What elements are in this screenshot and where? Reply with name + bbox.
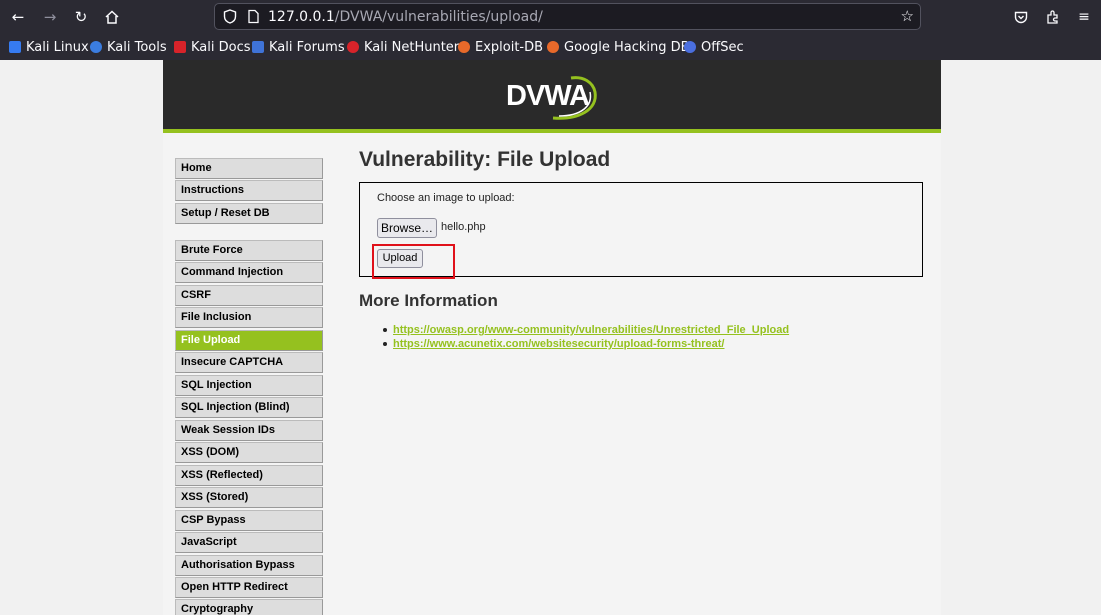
bookmark-label: Kali Linux: [26, 39, 89, 55]
kali-dragon-icon: [9, 41, 21, 53]
bookmark-google-hacking-db[interactable]: Google Hacking DB: [547, 38, 690, 56]
url-text[interactable]: 127.0.0.1/DVWA/vulnerabilities/upload/: [268, 9, 543, 25]
menu-item-insecure-captcha[interactable]: Insecure CAPTCHA: [175, 352, 323, 373]
bookmark-label: Google Hacking DB: [564, 39, 690, 55]
bookmark-label: Exploit-DB: [475, 39, 544, 55]
acunetix-link[interactable]: https://www.acunetix.com/websitesecurity…: [393, 338, 724, 350]
menu-item-javascript[interactable]: JavaScript: [175, 532, 323, 553]
kali-tools-icon: [90, 41, 102, 53]
bookmark-label: Kali NetHunter: [364, 39, 460, 55]
kali-forums-icon: [252, 41, 264, 53]
bookmark-kali-nethunter[interactable]: Kali NetHunter: [347, 38, 459, 56]
menu-item-sql-injection[interactable]: SQL Injection: [175, 375, 323, 396]
bookmarks-bar: Kali Linux Kali Tools Kali Docs Kali For…: [0, 34, 1101, 60]
shield-icon[interactable]: [223, 9, 237, 24]
menu-item-home[interactable]: Home: [175, 158, 323, 179]
list-item: https://www.acunetix.com/websitesecurity…: [383, 337, 923, 351]
bookmark-star-icon[interactable]: ☆: [901, 7, 914, 25]
dvwa-page: DVWA Home Instructions Setup / Reset DB …: [163, 60, 941, 615]
bookmark-offsec[interactable]: OffSec: [684, 38, 744, 56]
menu-item-xss-dom[interactable]: XSS (DOM): [175, 442, 323, 463]
dvwa-logo-text: DVWA: [506, 80, 590, 112]
menu-item-weak-session-ids[interactable]: Weak Session IDs: [175, 420, 323, 441]
page-info-icon[interactable]: [246, 9, 260, 24]
selected-filename: hello.php: [441, 221, 486, 233]
url-path: /DVWA/vulnerabilities/upload/: [334, 9, 543, 25]
menu-item-file-inclusion[interactable]: File Inclusion: [175, 307, 323, 328]
menu-item-file-upload[interactable]: File Upload: [175, 330, 323, 351]
menu-item-instructions[interactable]: Instructions: [175, 180, 323, 201]
extensions-icon[interactable]: [1041, 5, 1065, 29]
ghdb-icon: [547, 41, 559, 53]
more-information-heading: More Information: [359, 291, 498, 310]
menu-item-cryptography[interactable]: Cryptography: [175, 599, 323, 615]
menu-item-command-injection[interactable]: Command Injection: [175, 262, 323, 283]
list-item: https://owasp.org/www-community/vulnerab…: [383, 323, 923, 337]
url-bar[interactable]: 127.0.0.1/DVWA/vulnerabilities/upload/ ☆: [214, 3, 921, 30]
bookmark-label: Kali Forums: [269, 39, 345, 55]
menu-item-xss-stored[interactable]: XSS (Stored): [175, 487, 323, 508]
menu-hamburger-icon[interactable]: ≡: [1072, 5, 1096, 29]
bookmark-label: OffSec: [701, 39, 744, 55]
red-highlight-box: [372, 244, 455, 279]
reload-icon[interactable]: ↻: [69, 5, 93, 29]
offsec-icon: [684, 41, 696, 53]
owasp-link[interactable]: https://owasp.org/www-community/vulnerab…: [393, 324, 789, 336]
kali-nethunter-icon: [347, 41, 359, 53]
menu-item-csrf[interactable]: CSRF: [175, 285, 323, 306]
browse-button[interactable]: Browse…: [377, 218, 437, 238]
bookmark-kali-docs[interactable]: Kali Docs: [174, 38, 251, 56]
choose-image-label: Choose an image to upload:: [377, 192, 515, 204]
browser-toolbar: ← → ↻ 127.0.0.1/DVWA/vulnerabilities/upl…: [0, 0, 1101, 34]
bookmark-label: Kali Tools: [107, 39, 167, 55]
bookmark-label: Kali Docs: [191, 39, 251, 55]
page-title: Vulnerability: File Upload: [359, 148, 611, 171]
menu-item-brute-force[interactable]: Brute Force: [175, 240, 323, 261]
exploit-db-icon: [458, 41, 470, 53]
more-info-links: https://owasp.org/www-community/vulnerab…: [383, 323, 923, 351]
dvwa-header: DVWA: [163, 60, 941, 133]
bookmark-kali-linux[interactable]: Kali Linux: [9, 38, 89, 56]
menu-item-authorisation-bypass[interactable]: Authorisation Bypass: [175, 555, 323, 576]
home-icon[interactable]: [100, 5, 124, 29]
menu-item-setup[interactable]: Setup / Reset DB: [175, 203, 323, 224]
forward-arrow-icon[interactable]: →: [38, 5, 62, 29]
menu-item-csp-bypass[interactable]: CSP Bypass: [175, 510, 323, 531]
dvwa-logo[interactable]: DVWA: [503, 72, 603, 124]
pocket-icon[interactable]: [1009, 5, 1033, 29]
menu-item-sql-injection-blind[interactable]: SQL Injection (Blind): [175, 397, 323, 418]
bookmark-kali-tools[interactable]: Kali Tools: [90, 38, 167, 56]
menu-item-xss-reflected[interactable]: XSS (Reflected): [175, 465, 323, 486]
back-arrow-icon[interactable]: ←: [6, 5, 30, 29]
bookmark-exploit-db[interactable]: Exploit-DB: [458, 38, 543, 56]
bookmark-kali-forums[interactable]: Kali Forums: [252, 38, 345, 56]
menu-item-open-http-redirect[interactable]: Open HTTP Redirect: [175, 577, 323, 598]
upload-form: Choose an image to upload: Browse… hello…: [359, 182, 923, 279]
kali-docs-icon: [174, 41, 186, 53]
url-host: 127.0.0.1: [268, 9, 335, 25]
